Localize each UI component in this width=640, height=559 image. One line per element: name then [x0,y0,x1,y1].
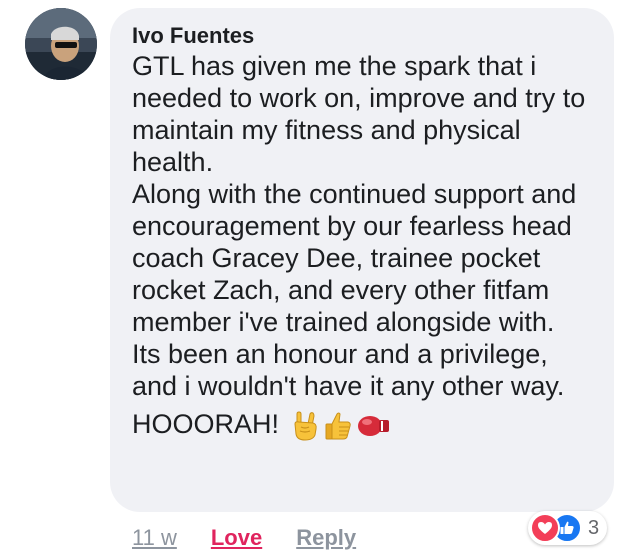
comment-bubble: Ivo Fuentes GTL has given me the spark t… [110,8,614,512]
heart-icon [538,522,552,534]
comment-paragraph: Along with the continued support and enc… [132,179,577,337]
boxing-glove-icon [358,415,390,436]
comment-closing-line: HOOORAH! [132,408,594,441]
emoji-group [291,411,391,441]
reaction-summary[interactable]: 3 [528,511,608,545]
reply-button[interactable]: Reply [296,524,356,552]
love-reaction-icon [530,513,560,543]
comment-author[interactable]: Ivo Fuentes [132,22,594,50]
love-reaction-button[interactable]: Love [211,524,262,552]
rock-on-hand-icon [294,411,317,441]
comment-closing: HOOORAH! [132,409,280,439]
comment-paragraph: Its been an honour and a privilege, and … [132,339,565,401]
comment-paragraph: GTL has given me the spark that i needed… [132,51,586,177]
thumbs-up-icon [560,521,574,534]
comment-body: GTL has given me the spark that i needed… [132,50,594,441]
avatar[interactable] [25,8,97,80]
avatar-photo [25,8,97,80]
reaction-count: 3 [588,516,600,539]
comment-timestamp[interactable]: 11 w [132,524,177,552]
comment-actions: 11 w Love Reply [132,524,356,552]
thumbs-up-icon [325,412,351,440]
